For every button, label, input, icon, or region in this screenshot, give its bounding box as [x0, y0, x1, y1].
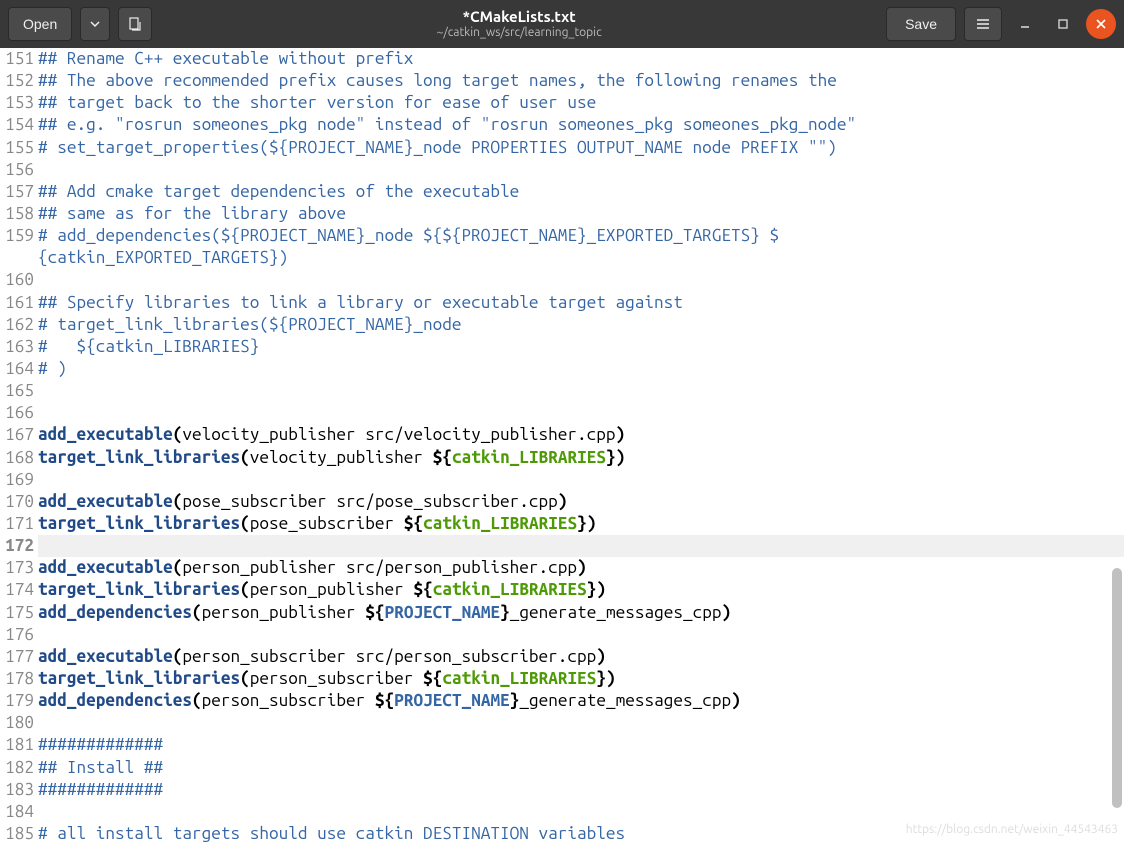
line-number: 169	[0, 469, 34, 491]
line-number: 155	[0, 137, 34, 159]
new-document-icon	[127, 16, 143, 32]
line-number: 168	[0, 447, 34, 469]
line-number: 166	[0, 402, 34, 424]
minimize-icon	[1019, 18, 1031, 30]
code-line[interactable]	[38, 535, 1124, 557]
line-number: 153	[0, 92, 34, 114]
line-number: 152	[0, 70, 34, 92]
code-line[interactable]: ## Specify libraries to link a library o…	[38, 292, 1124, 314]
line-number: 179	[0, 690, 34, 712]
line-number: 162	[0, 314, 34, 336]
code-line[interactable]: add_executable(person_publisher src/pers…	[38, 557, 1124, 579]
close-button[interactable]	[1086, 9, 1116, 39]
hamburger-icon	[975, 16, 991, 32]
close-icon	[1095, 18, 1107, 30]
line-number: 170	[0, 491, 34, 513]
line-number: 161	[0, 292, 34, 314]
code-line[interactable]: # target_link_libraries(${PROJECT_NAME}_…	[38, 314, 1124, 336]
new-tab-button[interactable]	[118, 7, 152, 41]
code-line[interactable]: target_link_libraries(pose_subscriber ${…	[38, 513, 1124, 535]
line-number: 165	[0, 380, 34, 402]
file-path: ~/catkin_ws/src/learning_topic	[160, 26, 878, 40]
code-line[interactable]: # add_dependencies(${PROJECT_NAME}_node …	[38, 225, 1124, 247]
file-title: *CMakeLists.txt	[160, 8, 878, 26]
maximize-icon	[1057, 18, 1069, 30]
line-number: 163	[0, 336, 34, 358]
code-line[interactable]	[38, 159, 1124, 181]
line-number: 184	[0, 801, 34, 823]
line-number: 157	[0, 181, 34, 203]
line-number: 175	[0, 602, 34, 624]
code-content[interactable]: ## Rename C++ executable without prefix#…	[38, 48, 1124, 840]
code-line[interactable]: target_link_libraries(velocity_publisher…	[38, 447, 1124, 469]
titlebar: Open *CMakeLists.txt ~/catkin_ws/src/lea…	[0, 0, 1124, 48]
code-line[interactable]	[38, 469, 1124, 491]
open-button[interactable]: Open	[8, 7, 72, 41]
line-number: 185	[0, 823, 34, 845]
line-number: 182	[0, 757, 34, 779]
line-number: 159	[0, 225, 34, 247]
line-number: 173	[0, 557, 34, 579]
code-line[interactable]: #############	[38, 779, 1124, 801]
code-line[interactable]: ## same as for the library above	[38, 203, 1124, 225]
code-line[interactable]: add_dependencies(person_publisher ${PROJ…	[38, 602, 1124, 624]
code-line[interactable]: # set_target_properties(${PROJECT_NAME}_…	[38, 137, 1124, 159]
line-number: 172	[0, 535, 34, 557]
code-line[interactable]: ## The above recommended prefix causes l…	[38, 70, 1124, 92]
minimize-button[interactable]	[1010, 9, 1040, 39]
watermark-text: https://blog.csdn.net/weixin_44543463	[906, 823, 1118, 836]
line-number: 167	[0, 424, 34, 446]
code-line[interactable]	[38, 269, 1124, 291]
code-line[interactable]	[38, 624, 1124, 646]
line-number: 176	[0, 624, 34, 646]
line-number: 171	[0, 513, 34, 535]
code-line[interactable]	[38, 402, 1124, 424]
scrollbar-thumb[interactable]	[1112, 568, 1122, 808]
maximize-button[interactable]	[1048, 9, 1078, 39]
chevron-down-icon	[90, 19, 100, 29]
code-line[interactable]: add_executable(person_subscriber src/per…	[38, 646, 1124, 668]
line-number: 158	[0, 203, 34, 225]
line-number: 183	[0, 779, 34, 801]
hamburger-menu-button[interactable]	[964, 7, 1002, 41]
code-line[interactable]: ## Rename C++ executable without prefix	[38, 48, 1124, 70]
code-line[interactable]: ## e.g. "rosrun someones_pkg node" inste…	[38, 114, 1124, 136]
code-line[interactable]	[38, 712, 1124, 734]
code-line-continuation[interactable]: {catkin_EXPORTED_TARGETS})	[38, 247, 1124, 269]
line-number: 164	[0, 358, 34, 380]
save-button[interactable]: Save	[886, 7, 956, 41]
line-number: 180	[0, 712, 34, 734]
line-number: 174	[0, 579, 34, 601]
line-gutter: 1511521531541551561571581591601611621631…	[0, 48, 38, 840]
line-number: 178	[0, 668, 34, 690]
code-line[interactable]: ## Install ##	[38, 757, 1124, 779]
code-line[interactable]: target_link_libraries(person_subscriber …	[38, 668, 1124, 690]
line-number: 160	[0, 269, 34, 291]
editor-area[interactable]: 1511521531541551561571581591601611621631…	[0, 48, 1124, 840]
code-line[interactable]: add_executable(pose_subscriber src/pose_…	[38, 491, 1124, 513]
line-number: 181	[0, 734, 34, 756]
code-line[interactable]: ## Add cmake target dependencies of the …	[38, 181, 1124, 203]
code-line[interactable]: ## target back to the shorter version fo…	[38, 92, 1124, 114]
code-line[interactable]: # ${catkin_LIBRARIES}	[38, 336, 1124, 358]
line-number: 151	[0, 48, 34, 70]
code-line[interactable]: # )	[38, 358, 1124, 380]
code-line[interactable]: target_link_libraries(person_publisher $…	[38, 579, 1124, 601]
line-number: 154	[0, 114, 34, 136]
open-recent-dropdown[interactable]	[80, 7, 110, 41]
code-line[interactable]	[38, 801, 1124, 823]
code-line[interactable]: add_executable(velocity_publisher src/ve…	[38, 424, 1124, 446]
line-number: 156	[0, 159, 34, 181]
code-line[interactable]: #############	[38, 734, 1124, 756]
code-line[interactable]: add_dependencies(person_subscriber ${PRO…	[38, 690, 1124, 712]
line-number: 177	[0, 646, 34, 668]
code-line[interactable]	[38, 380, 1124, 402]
title-section: *CMakeLists.txt ~/catkin_ws/src/learning…	[160, 8, 878, 40]
